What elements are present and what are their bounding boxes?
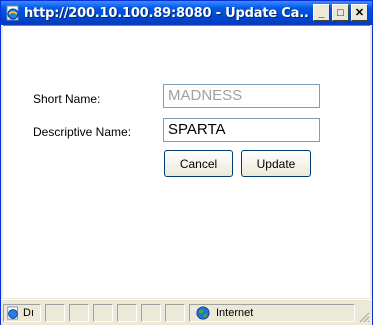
- short-name-label: Short Name:: [33, 92, 101, 106]
- page-content: Short Name: MADNESS Descriptive Name: SP…: [3, 25, 370, 283]
- descriptive-name-field[interactable]: SPARTA: [163, 118, 320, 142]
- update-button[interactable]: Update: [241, 150, 311, 177]
- browser-popup-window: http://200.10.100.89:8080 - Update Ca...…: [0, 0, 373, 325]
- title-bar[interactable]: http://200.10.100.89:8080 - Update Ca...…: [1, 1, 372, 25]
- update-button-label: Update: [256, 156, 296, 171]
- resize-grip-icon[interactable]: [358, 311, 370, 323]
- minimize-button[interactable]: _: [313, 4, 330, 21]
- status-text: Dı: [23, 307, 34, 319]
- status-cell: [69, 304, 89, 322]
- status-cell: [141, 304, 161, 322]
- window-controls: _ □ ✕: [313, 4, 368, 21]
- cancel-button[interactable]: Cancel: [164, 150, 233, 177]
- status-main-cell: Dı: [3, 304, 41, 322]
- maximize-button[interactable]: □: [332, 4, 349, 21]
- close-button[interactable]: ✕: [351, 4, 368, 21]
- short-name-field: MADNESS: [163, 84, 320, 108]
- status-cell: [45, 304, 65, 322]
- cancel-button-label: Cancel: [179, 156, 218, 171]
- zone-label: Internet: [216, 307, 254, 319]
- window-title: http://200.10.100.89:8080 - Update Ca...: [24, 5, 309, 21]
- ie-page-icon: [6, 5, 19, 21]
- zone-cell: Internet: [189, 304, 355, 322]
- status-cell: [165, 304, 185, 322]
- status-cell: [117, 304, 137, 322]
- descriptive-name-label: Descriptive Name:: [33, 125, 132, 139]
- globe-icon: [196, 306, 210, 320]
- status-bar: Dı Internet: [1, 299, 372, 325]
- status-cell: [93, 304, 113, 322]
- content-bottom: [3, 282, 370, 298]
- ie-page-icon: [7, 306, 18, 320]
